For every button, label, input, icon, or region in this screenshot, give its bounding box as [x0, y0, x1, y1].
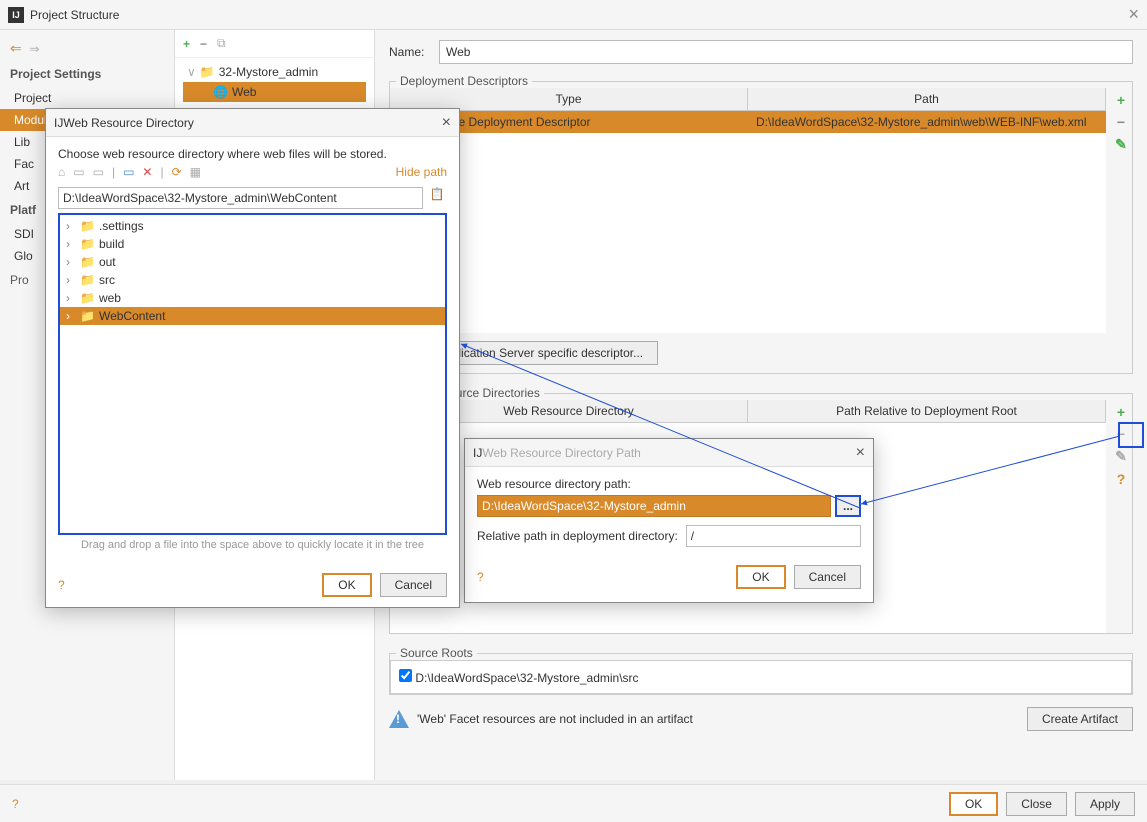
add-module-icon[interactable]: + [183, 37, 190, 51]
folder-out[interactable]: ›📁out [60, 253, 445, 271]
dlg1-close-icon[interactable]: × [442, 114, 451, 132]
dialog-webres-path: IJ Web Resource Directory Path × Web res… [464, 438, 874, 603]
dlg2-browse-button[interactable]: ... [835, 495, 861, 517]
source-root-item[interactable]: D:\IdeaWordSpace\32-Mystore_admin\src [399, 671, 639, 685]
clipboard-icon[interactable]: 📋 [427, 187, 447, 209]
facet-config-panel: Name: Deployment Descriptors Type Path W… [375, 30, 1147, 780]
dlg2-rel-input[interactable] [686, 525, 861, 547]
hide-path-link[interactable]: Hide path [396, 165, 447, 179]
desktop-icon[interactable]: ▭ [73, 165, 84, 179]
folder-web[interactable]: ›📁web [60, 289, 445, 307]
remove-module-icon[interactable]: − [200, 37, 207, 51]
folder-build[interactable]: ›📁build [60, 235, 445, 253]
dlg2-label-path: Web resource directory path: [477, 477, 861, 491]
source-roots-fieldset: Source Roots D:\IdeaWordSpace\32-Mystore… [389, 646, 1133, 695]
webres-col2: Path Relative to Deployment Root [748, 400, 1106, 422]
delete-icon[interactable]: ✕ [142, 165, 152, 179]
deploy-col-path: Path [748, 88, 1106, 110]
window-titlebar: IJ Project Structure × [0, 0, 1147, 30]
tree-root-label: 32-Mystore_admin [219, 65, 318, 79]
window-title: Project Structure [30, 8, 119, 22]
folder-tree[interactable]: ›📁.settings ›📁build ›📁out ›📁src ›📁web ›📁… [58, 213, 447, 535]
dlg2-icon: IJ [473, 446, 482, 460]
folder-settings[interactable]: ›📁.settings [60, 217, 445, 235]
sidebar-item-project[interactable]: Project [0, 87, 174, 109]
dlg1-help-icon[interactable]: ? [58, 578, 65, 592]
webres-add-icon[interactable]: + [1117, 404, 1125, 420]
roots-legend: Source Roots [396, 646, 477, 660]
new-folder-icon[interactable]: ▭ [123, 165, 134, 179]
footer-help-icon[interactable]: ? [12, 797, 19, 811]
dlg2-cancel-button[interactable]: Cancel [794, 565, 861, 589]
sidebar-header-project: Project Settings [0, 61, 174, 87]
dlg2-label-rel: Relative path in deployment directory: [477, 529, 678, 543]
deploy-legend: Deployment Descriptors [396, 74, 532, 88]
dlg2-path-input[interactable] [477, 495, 831, 517]
deploy-row[interactable]: Web Module Deployment Descriptor D:\Idea… [390, 111, 1106, 133]
name-input[interactable] [439, 40, 1133, 64]
dlg2-title: Web Resource Directory Path [482, 446, 641, 460]
dlg1-ok-button[interactable]: OK [322, 573, 371, 597]
project-icon[interactable]: ▭ [93, 165, 104, 179]
main-footer: ? OK Close Apply [0, 784, 1147, 822]
highlight-add-button [1118, 422, 1144, 448]
warning-icon [389, 710, 409, 728]
dlg1-hint: Drag and drop a file into the space abov… [58, 535, 447, 555]
dlg2-help-icon[interactable]: ? [477, 570, 484, 584]
dlg2-ok-button[interactable]: OK [736, 565, 785, 589]
deploy-remove-icon[interactable]: − [1117, 114, 1125, 130]
dlg1-path-input[interactable] [58, 187, 423, 209]
source-root-checkbox[interactable] [399, 669, 412, 682]
footer-close-button[interactable]: Close [1006, 792, 1067, 816]
deployment-descriptors-fieldset: Deployment Descriptors Type Path Web Mod… [389, 74, 1133, 374]
footer-ok-button[interactable]: OK [949, 792, 998, 816]
dlg1-cancel-button[interactable]: Cancel [380, 573, 447, 597]
nav-arrows[interactable]: ⇐ ⇒ [0, 36, 174, 61]
show-hidden-icon[interactable]: ▦ [190, 165, 201, 179]
tree-child-web[interactable]: 🌐 Web [183, 82, 366, 102]
deploy-edit-icon[interactable]: ✎ [1115, 136, 1127, 153]
copy-icon[interactable]: ⧉ [217, 36, 226, 51]
folder-webcontent[interactable]: ›📁WebContent [60, 307, 445, 325]
module-toolbar: + − ⧉ [175, 30, 374, 58]
dlg2-close-icon[interactable]: × [856, 444, 865, 462]
dialog-webres-dir: IJ Web Resource Directory × Choose web r… [45, 108, 460, 608]
create-artifact-button[interactable]: Create Artifact [1027, 707, 1133, 731]
deploy-add-icon[interactable]: + [1117, 92, 1125, 108]
deploy-col-type: Type [390, 88, 748, 110]
window-close-icon[interactable]: × [1128, 4, 1139, 25]
webres-edit-icon: ✎ [1115, 448, 1127, 465]
tree-root-node[interactable]: ∨📁 32-Mystore_admin [183, 62, 366, 82]
tree-child-label: Web [232, 85, 256, 99]
dlg1-message: Choose web resource directory where web … [58, 147, 447, 161]
app-icon: IJ [8, 7, 24, 23]
webres-help-icon[interactable]: ? [1117, 471, 1126, 487]
footer-apply-button[interactable]: Apply [1075, 792, 1135, 816]
warning-text: 'Web' Facet resources are not included i… [417, 712, 693, 726]
dlg1-icon: IJ [54, 116, 63, 130]
refresh-icon[interactable]: ⟳ [172, 165, 182, 179]
folder-src[interactable]: ›📁src [60, 271, 445, 289]
home-icon[interactable]: ⌂ [58, 165, 65, 179]
name-label: Name: [389, 45, 439, 59]
dlg1-title: Web Resource Directory [63, 116, 194, 130]
